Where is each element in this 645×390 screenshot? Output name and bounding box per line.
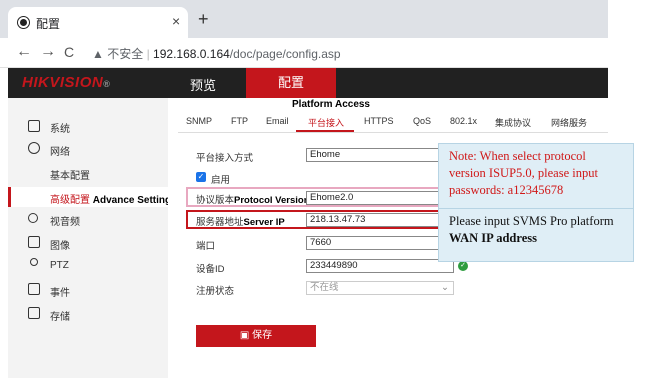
logo-hik: HIK (22, 74, 50, 91)
device-id-label: 设备ID (196, 264, 225, 275)
sidebar-item-network[interactable]: 网络 (50, 143, 70, 158)
save-icon: ▣ (239, 330, 250, 341)
server-label-en: Server IP (243, 217, 285, 228)
enable-checkbox[interactable]: ✓ (196, 172, 206, 182)
tab-platform-access[interactable]: 平台接入 (308, 116, 344, 129)
reg-status-value: 不在线 (310, 282, 339, 293)
sidebar-item-event[interactable]: 事件 (50, 284, 70, 299)
ptz-icon (30, 258, 38, 266)
hikvision-logo: HIKVISION® (22, 74, 110, 91)
tab-integration[interactable]: 集成协议 (495, 116, 531, 129)
server-label-cn: 服务器地址 (196, 217, 244, 228)
tab-snmp[interactable]: SNMP (186, 116, 212, 126)
url-path: /doc/page/config.asp (229, 47, 341, 61)
tip-text: Please input SVMS Pro platform (449, 214, 614, 228)
favicon-icon (18, 17, 29, 28)
server-address-input[interactable]: 218.13.47.73 (306, 213, 454, 227)
device-id-input[interactable]: 233449890 (306, 259, 454, 273)
advanced-label-en: Advance Settings (92, 195, 177, 206)
tip-bold-text: WAN IP address (449, 231, 537, 245)
url-field[interactable]: ▲ 不安全 | 192.168.0.164/doc/page/config.as… (92, 45, 341, 62)
sidebar-item-system[interactable]: 系统 (50, 120, 70, 135)
enable-label: 启用 (211, 175, 231, 186)
sidebar-item-av[interactable]: 视音频 (50, 213, 80, 228)
check-ok-icon: ✓ (458, 261, 468, 271)
advanced-label-cn: 高级配置 (50, 195, 90, 206)
note-callout: Note: When select protocol version ISUP5… (438, 143, 634, 213)
server-address-label: 服务器地址Server IP (196, 214, 285, 228)
url-host: 192.168.0.164 (153, 47, 230, 61)
insecure-label: 不安全 (107, 47, 144, 61)
protocol-label-en: Protocol Version (234, 195, 310, 206)
tab-divider (178, 132, 608, 133)
warning-icon: ▲ (92, 47, 104, 61)
tab-8021x[interactable]: 802.1x (450, 116, 477, 126)
protocol-version-label: 协议版本Protocol Version (196, 192, 310, 206)
nav-config[interactable]: 配置 (246, 68, 336, 98)
sidebar-item-advanced[interactable]: 高级配置 Advance Settings (50, 191, 177, 206)
address-bar: ← → C ▲ 不安全 | 192.168.0.164/doc/page/con… (0, 38, 608, 68)
calendar-icon (28, 283, 40, 295)
tab-network-service[interactable]: 网络服务 (551, 116, 587, 129)
port-input[interactable]: 7660 (306, 236, 454, 250)
reg-status-label: 注册状态 (196, 286, 235, 297)
save-label: 保存 (252, 330, 273, 341)
logo-reg: ® (103, 79, 111, 89)
access-mode-label: 平台接入方式 (196, 153, 254, 164)
tab-https[interactable]: HTTPS (364, 116, 394, 126)
back-button[interactable]: ← (16, 43, 32, 61)
sidebar-item-basic[interactable]: 基本配置 (50, 167, 90, 182)
forward-button[interactable]: → (40, 43, 56, 61)
new-tab-button[interactable]: + (198, 9, 209, 30)
tab-email[interactable]: Email (266, 116, 289, 126)
sidebar-item-ptz[interactable]: PTZ (50, 260, 69, 271)
protocol-version-select[interactable]: Ehome2.0 (306, 191, 454, 205)
storage-icon (28, 307, 40, 319)
globe-icon (28, 142, 40, 154)
browser-tab[interactable]: 配置 × (8, 7, 188, 38)
port-label: 端口 (196, 241, 216, 252)
tip-callout: Please input SVMS Pro platform WAN IP ad… (438, 208, 634, 262)
sidebar: 系统 网络 基本配置 高级配置 Advance Settings 视音频 图像 … (8, 98, 177, 378)
image-icon (28, 236, 40, 248)
audio-video-icon (28, 213, 38, 223)
tab-title: 配置 (36, 17, 61, 31)
logo-vision: VISION (49, 74, 104, 91)
tab-qos[interactable]: QoS (413, 116, 431, 126)
tab-ftp[interactable]: FTP (231, 116, 248, 126)
sidebar-item-storage[interactable]: 存储 (50, 308, 70, 323)
reg-status-field: 不在线 ⌄ (306, 281, 454, 295)
chevron-down-icon: ⌄ (441, 282, 449, 293)
app-header: HIKVISION® 预览 配置 (8, 68, 608, 98)
reload-button[interactable]: C (64, 44, 74, 60)
tab-close-icon[interactable]: × (172, 13, 180, 29)
protocol-label-cn: 协议版本 (196, 195, 235, 206)
sidebar-item-image[interactable]: 图像 (50, 237, 70, 252)
access-mode-select[interactable]: Ehome (306, 148, 454, 162)
browser-tab-bar: 配置 × + (0, 0, 608, 38)
nav-preview[interactable]: 预览 (190, 75, 216, 94)
monitor-icon (28, 120, 40, 132)
save-button[interactable]: ▣ 保存 (196, 325, 316, 347)
section-title: Platform Access (292, 99, 370, 110)
